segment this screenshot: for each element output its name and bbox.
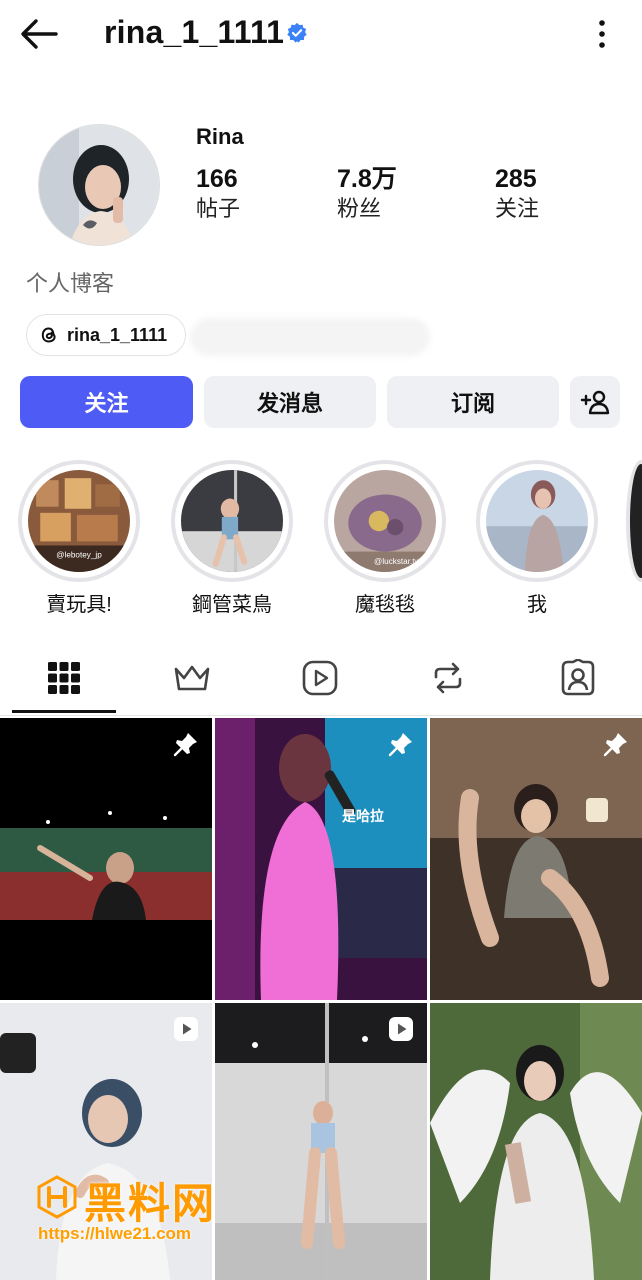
add-user-button[interactable] [570, 376, 620, 428]
profile-bio: 个人博客 [26, 271, 115, 296]
highlight-ring: @luckstar.tw [324, 460, 446, 582]
profile-display-name: Rina [196, 124, 244, 149]
tab-tagged[interactable] [514, 642, 642, 714]
profile-avatar[interactable] [38, 124, 160, 246]
pin-icon [173, 733, 197, 757]
follow-button[interactable]: 关注 [20, 376, 193, 428]
watermark-url: https://hlwe21.com [38, 1224, 192, 1243]
highlight-overlay-text: @luckstar.tw [374, 557, 420, 566]
pin-icon [388, 733, 412, 757]
tab-reposts[interactable] [384, 642, 512, 714]
post-item[interactable] [430, 718, 642, 1000]
highlight-me[interactable]: 我 [476, 460, 598, 617]
highlight-carpet[interactable]: @luckstar.tw 魔毯毯 [324, 460, 446, 617]
message-button[interactable]: 发消息 [204, 376, 376, 428]
avatar-image [39, 125, 159, 245]
stat-followers[interactable]: 7.8万 粉丝 [337, 164, 397, 224]
blurred-link [190, 318, 430, 356]
stat-following-count: 285 [495, 165, 537, 193]
tab-grid[interactable] [0, 642, 128, 714]
highlight-label: 鋼管菜鳥 [192, 594, 272, 616]
highlight-overlay-text: @lebotey_jp [56, 551, 102, 560]
watermark-logo-icon [37, 1175, 77, 1219]
post-caption: 是哈拉 [342, 808, 384, 824]
subscribe-button[interactable]: 订阅 [387, 376, 559, 428]
post-image [430, 718, 642, 1000]
highlight-label: 我 [527, 594, 547, 616]
reels-icon [302, 660, 338, 696]
stat-posts-count: 166 [196, 165, 238, 193]
stat-posts-label: 帖子 [196, 196, 241, 221]
post-image [215, 718, 427, 1000]
highlight-ring: @lebotey_jp [18, 460, 140, 582]
post-item[interactable]: 是哈拉 [215, 718, 427, 1000]
post-image [0, 718, 212, 1000]
profile-header: rina_1_1111 [0, 0, 642, 70]
highlight-cover [181, 470, 283, 572]
stat-followers-count: 7.8万 [337, 165, 397, 193]
stat-followers-label: 粉丝 [337, 196, 382, 221]
tab-reels[interactable] [256, 642, 384, 714]
highlight-toys[interactable]: @lebotey_jp 賣玩具! [18, 460, 140, 617]
highlight-cover [486, 470, 588, 572]
active-tab-indicator [12, 710, 116, 713]
arrow-left-icon [21, 19, 58, 49]
grid-icon [48, 662, 80, 694]
post-item[interactable] [430, 1003, 642, 1280]
more-options-button[interactable] [590, 18, 614, 50]
repost-icon [434, 662, 462, 694]
highlight-cover: @lebotey_jp [28, 470, 130, 572]
add-person-icon [580, 390, 610, 415]
highlight-label: 賣玩具! [46, 594, 112, 616]
threads-handle: rina_1_1111 [67, 324, 168, 345]
threads-icon [41, 327, 56, 343]
highlight-label: 魔毯毯 [355, 594, 415, 616]
reel-play-icon [389, 1017, 413, 1041]
profile-tabs [0, 642, 642, 716]
post-item[interactable] [0, 718, 212, 1000]
pin-icon [603, 733, 627, 757]
crown-icon [174, 665, 210, 691]
site-watermark: 黑料网 https://hlwe21.com [34, 1170, 254, 1250]
more-vertical-icon [599, 20, 605, 48]
threads-link[interactable]: rina_1_1111 [26, 314, 187, 356]
back-button[interactable] [18, 14, 60, 54]
tagged-person-icon [561, 659, 595, 696]
stat-following[interactable]: 285 关注 [495, 164, 539, 224]
highlight-ring [476, 460, 598, 582]
reel-play-icon [174, 1017, 198, 1041]
post-image [430, 1003, 642, 1280]
highlight-ring [171, 460, 293, 582]
highlight-pole[interactable]: 鋼管菜鳥 [171, 460, 293, 617]
highlight-next-partial[interactable] [626, 460, 642, 582]
watermark-text: 黑料网 [84, 1180, 217, 1227]
highlight-cover: @luckstar.tw [334, 470, 436, 572]
tab-subscriptions[interactable] [128, 642, 256, 714]
stat-posts[interactable]: 166 帖子 [196, 164, 240, 224]
verified-badge-icon [287, 22, 307, 43]
profile-username: rina_1_1111 [104, 14, 285, 50]
stat-following-label: 关注 [495, 196, 540, 221]
